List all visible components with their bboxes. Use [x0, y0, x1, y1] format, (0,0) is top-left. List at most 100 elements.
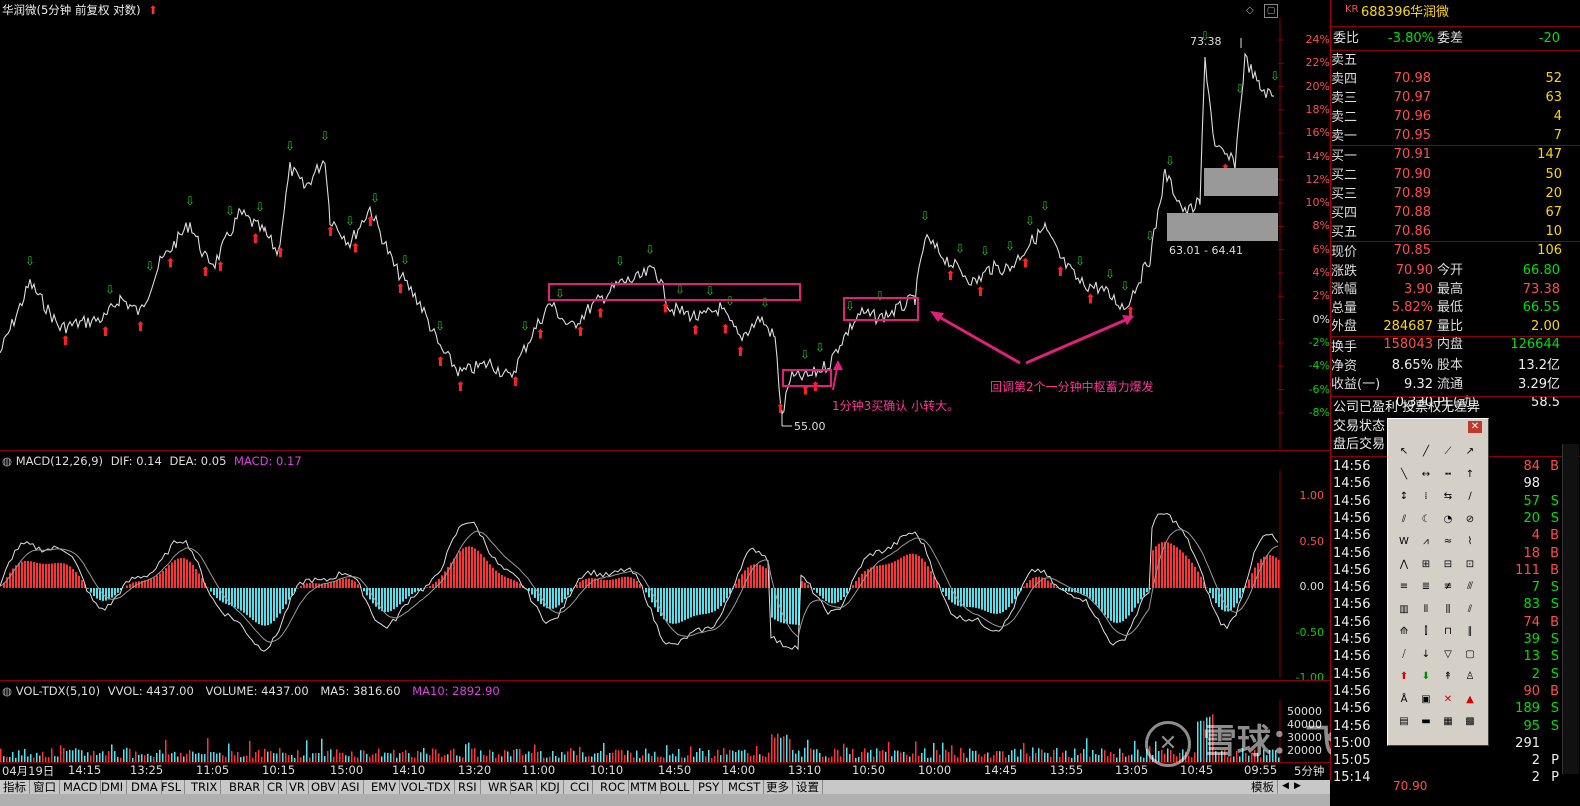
cycle-tool-icon[interactable]: ⫼ [1438, 601, 1458, 619]
pointer-tool-icon[interactable]: ↖ [1394, 443, 1414, 461]
ellipse-tool-icon[interactable]: ⊘ [1460, 511, 1480, 529]
channel-tool-icon[interactable]: ⫽ [1394, 511, 1414, 529]
settings-icon[interactable]: ◍ [2, 454, 12, 468]
tab-trix[interactable]: TRIX [188, 780, 222, 794]
sell-mark-tool-icon[interactable]: ⬇ [1416, 668, 1436, 686]
kline-chart-area[interactable]: 华润微(5分钟 前复权 对数) ⬆ ◇ ▢ ⇩ ⇩ ⇩ ⇩ ⇩ ⇩ ⇩ ⇩ ⇩ ⇩ ⇩ ⇩ ⇩ ⇩ ⇩ ⇩ ⇩ ⇩… [0, 0, 1441, 780]
tab-emv[interactable]: EMV [368, 780, 401, 794]
gap-tool-icon[interactable]: ⫿ [1416, 623, 1436, 641]
macd-bar [513, 580, 515, 588]
tick-direction: B [1550, 562, 1559, 578]
fill-tool-icon[interactable]: ▩ [1460, 713, 1480, 731]
drawing-toolbox[interactable]: ✕ ↖ ╱ ⟋ ↗ ╲ ↔ ╍ ↑ ↕ ⁞ ⇆ ∕ ⫽ ☾ ◔ ⊘ W ⩘ ≈ ⌇ ⋀ ⊞ ⊟ ⊡ ≡ ≣ ≢ ⫻ ▥ ⦀ ⫼ ⫽ ⟰ ⫿ ⊓ ∥ ⧸ ↓… [1387, 418, 1489, 746]
line-tool-icon[interactable]: ╱ [1416, 443, 1436, 461]
bars-tool-icon[interactable]: ▥ [1394, 601, 1414, 619]
dashed-tool-icon[interactable]: ╍ [1438, 466, 1458, 484]
box-tool-icon[interactable]: ⊟ [1438, 556, 1458, 574]
circle-tool-icon[interactable]: ◔ [1438, 511, 1458, 529]
tab-fsl[interactable]: FSL [158, 780, 186, 794]
tab-asi[interactable]: ASI [338, 780, 364, 794]
tab-obv[interactable]: OBV [308, 780, 340, 794]
hline-tool-icon[interactable]: ∥ [1460, 623, 1480, 641]
text-tool-icon[interactable]: Å [1394, 691, 1414, 709]
period-tool-icon[interactable]: ⊓ [1438, 623, 1458, 641]
v-ray-tool-icon[interactable]: ↕ [1394, 488, 1414, 506]
tab-template[interactable]: 模板 [1248, 780, 1278, 794]
tab-kdj[interactable]: KDJ [537, 780, 564, 794]
parallel-tool-icon[interactable]: ⇆ [1438, 488, 1458, 506]
tick-scrollbar[interactable] [1562, 444, 1579, 774]
fibonacci-tool-icon[interactable]: ≈ [1438, 533, 1458, 551]
tab-cci[interactable]: CCI [567, 780, 594, 794]
fan-tool-icon[interactable]: ≣ [1416, 578, 1436, 596]
arc-tool-icon[interactable]: ☾ [1416, 511, 1436, 529]
wave-tool-icon[interactable]: W [1394, 533, 1414, 551]
tab-mcst[interactable]: MCST [725, 780, 765, 794]
tab-psy[interactable]: PSY [695, 780, 724, 794]
scroll-left-icon[interactable]: ◀ [1282, 781, 1289, 791]
window-tab-strip[interactable] [0, 794, 1330, 806]
tab-dma[interactable]: DMA [128, 780, 162, 794]
gann-tool-icon[interactable]: ⊞ [1416, 556, 1436, 574]
tab-macd[interactable]: MACD [60, 780, 102, 794]
delete-tool-icon[interactable]: ✕ [1438, 691, 1458, 709]
block-tool-icon[interactable]: ▣ [1416, 691, 1436, 709]
volume-bar [489, 749, 491, 762]
up-ray-tool-icon[interactable]: ⟰ [1394, 623, 1414, 641]
volume-chart[interactable] [0, 700, 1330, 762]
segment-tool-icon[interactable]: ╲ [1394, 466, 1414, 484]
tab-指标[interactable]: 指标 [0, 780, 30, 794]
tab-roc[interactable]: ROC [597, 780, 630, 794]
slash-tool-icon[interactable]: ⧸ [1394, 646, 1414, 664]
triangle-tool-icon[interactable]: ▽ [1438, 646, 1458, 664]
tab-mtm[interactable]: MTM [627, 780, 661, 794]
up-arrow-tool-icon[interactable]: ▲ [1460, 691, 1480, 709]
tab-brar[interactable]: BRAR [226, 780, 265, 794]
square-tool-icon[interactable]: ▢ [1460, 646, 1480, 664]
volume-bar [417, 750, 419, 762]
tab-rsi[interactable]: RSI [455, 780, 481, 794]
volume-bar [672, 753, 674, 762]
tab-vr[interactable]: VR [286, 780, 309, 794]
volume-bar [504, 750, 506, 762]
settings-icon[interactable]: ◍ [2, 684, 12, 698]
buy-mark-tool-icon[interactable]: ⬆ [1394, 668, 1414, 686]
note-tool-icon[interactable]: ▤ [1394, 713, 1414, 731]
vertical-tool-icon[interactable]: ↑ [1460, 466, 1480, 484]
diagonal-tool-icon[interactable]: ∕ [1460, 488, 1480, 506]
angle-tool-icon[interactable]: ⋀ [1394, 556, 1414, 574]
macd-bar [855, 581, 857, 588]
grid-a-tool-icon[interactable]: ≢ [1438, 578, 1458, 596]
arrow-line-tool-icon[interactable]: ↗ [1460, 443, 1480, 461]
pin-tool-icon[interactable]: ♙ [1460, 668, 1480, 686]
dots-tool-icon[interactable]: ⁞ [1416, 488, 1436, 506]
scroll-right-icon[interactable]: ▶ [1294, 781, 1301, 791]
maximize-icon[interactable]: ▢ [1264, 4, 1278, 18]
ruler-tool-icon[interactable]: ▬ [1416, 713, 1436, 731]
tab-boll[interactable]: BOLL [657, 780, 694, 794]
tab-sar[interactable]: SAR [507, 780, 538, 794]
up-mark-tool-icon[interactable]: ↟ [1438, 668, 1458, 686]
zigzag-tool-icon[interactable]: ⩘ [1416, 533, 1436, 551]
speed-tool-icon[interactable]: ⌇ [1460, 533, 1480, 551]
down-tool-icon[interactable]: ↓ [1416, 646, 1436, 664]
tab-dmi[interactable]: DMI [98, 780, 128, 794]
stat-label: 净资 [1331, 358, 1358, 374]
grid-b-tool-icon[interactable]: ⫻ [1460, 578, 1480, 596]
tab-设置[interactable]: 设置 [793, 780, 823, 794]
pitch-tool-icon[interactable]: ⦀ [1416, 601, 1436, 619]
horizontal-tool-icon[interactable]: ↔ [1416, 466, 1436, 484]
diamond-icon[interactable]: ◇ [1246, 5, 1254, 16]
trend-tool-icon[interactable]: ⫽ [1460, 601, 1480, 619]
tab-窗口[interactable]: 窗口 [30, 780, 60, 794]
macd-chart[interactable] [0, 470, 1330, 678]
tab-vol-tdx[interactable]: VOL-TDX [398, 780, 455, 794]
rect-tool-icon[interactable]: ⊡ [1460, 556, 1480, 574]
ray-tool-icon[interactable]: ⟋ [1438, 443, 1458, 461]
table-tool-icon[interactable]: ▦ [1438, 713, 1458, 731]
tab-cr[interactable]: CR [264, 780, 288, 794]
levels-tool-icon[interactable]: ≡ [1394, 578, 1414, 596]
tab-更多[interactable]: 更多 [763, 780, 793, 794]
volume-bar [366, 754, 368, 762]
close-icon[interactable]: ✕ [1468, 421, 1482, 433]
